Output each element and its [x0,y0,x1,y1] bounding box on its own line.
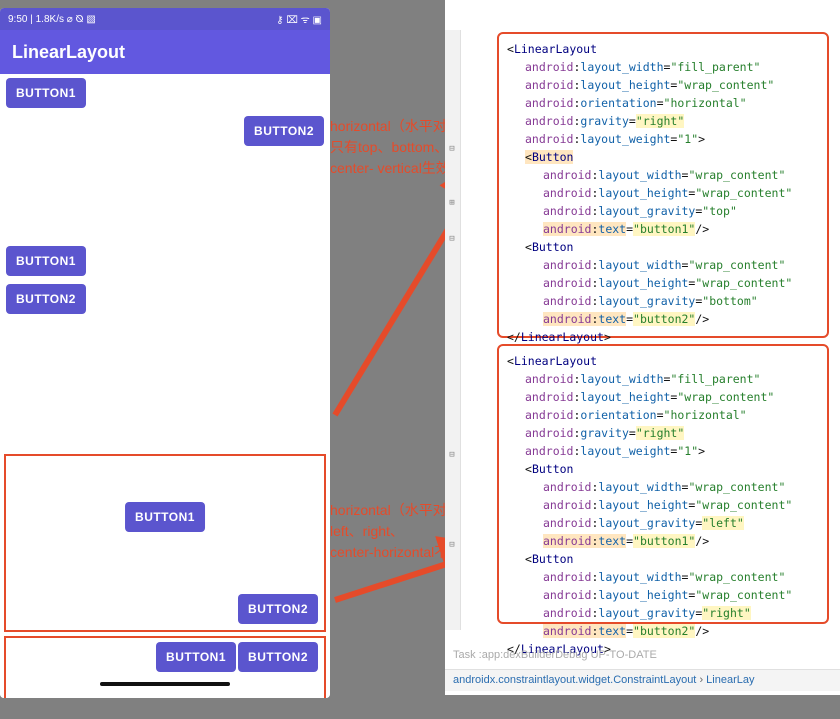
code-block-2: <LinearLayoutandroid:layout_width="fill_… [497,344,829,624]
app-bar-title: LinearLayout [12,42,125,63]
xml-tag: Button [532,150,574,164]
fold-marker-icon[interactable]: ⊟ [447,234,457,244]
attr-value: "fill_parent" [670,60,760,74]
region-top-bottom: BUTTON1 BUTTON2 [0,74,330,152]
xml-tag: LinearLayout [514,42,597,56]
button1-center[interactable]: BUTTON1 [125,502,205,532]
fold-marker-icon[interactable]: ⊟ [447,144,457,154]
xml-tag: LinearLayout [514,354,597,368]
status-bar: 9:50 | 1.8K/s ⌀ ⦰ ▧ ⚷ ⌧ ᯤ ▣ [0,8,330,30]
breadcrumb-item[interactable]: androidx.constraintlayout.widget.Constra… [453,674,696,686]
fold-marker-icon[interactable]: ⊟ [447,540,457,550]
app-bar: LinearLayout [0,30,330,74]
button1-top[interactable]: BUTTON1 [6,78,86,108]
code-panel: ⊟ ⊞ ⊟ ⊟ ⊟ <LinearLayoutandroid:layout_wi… [445,0,840,695]
frame-demo-2: BUTTON1 BUTTON2 [4,636,326,698]
button1-stack[interactable]: BUTTON1 [6,246,86,276]
status-left: 9:50 | 1.8K/s ⌀ ⦰ ▧ [8,14,96,25]
phone-body: BUTTON1 BUTTON2 BUTTON1 BUTTON2 BUTTON1 … [0,74,330,698]
status-right: ⚷ ⌧ ᯤ ▣ [276,12,322,26]
button2-bottom[interactable]: BUTTON2 [244,116,324,146]
region-stacked: BUTTON1 BUTTON2 [0,242,330,326]
frame-demo-1: BUTTON1 BUTTON2 [4,454,326,632]
button2-pair[interactable]: BUTTON2 [238,642,318,672]
attr-name: layout_width [580,60,663,74]
code-gutter: ⊟ ⊞ ⊟ ⊟ ⊟ [445,30,461,630]
build-task-line: Task :app:dexBuilderDebug UP-TO-DATE [445,645,840,665]
breadcrumb[interactable]: androidx.constraintlayout.widget.Constra… [445,669,840,691]
attr-prefix: android [525,60,573,74]
button1-pair[interactable]: BUTTON1 [156,642,236,672]
fold-marker-icon[interactable]: ⊞ [447,198,457,208]
breadcrumb-item[interactable]: LinearLay [706,674,754,686]
code-block-1: <LinearLayoutandroid:layout_width="fill_… [497,32,829,338]
button2-right[interactable]: BUTTON2 [238,594,318,624]
button2-stack[interactable]: BUTTON2 [6,284,86,314]
nav-bar [100,682,230,686]
fold-marker-icon[interactable]: ⊟ [447,450,457,460]
phone-mockup: 9:50 | 1.8K/s ⌀ ⦰ ▧ ⚷ ⌧ ᯤ ▣ LinearLayout… [0,8,330,698]
